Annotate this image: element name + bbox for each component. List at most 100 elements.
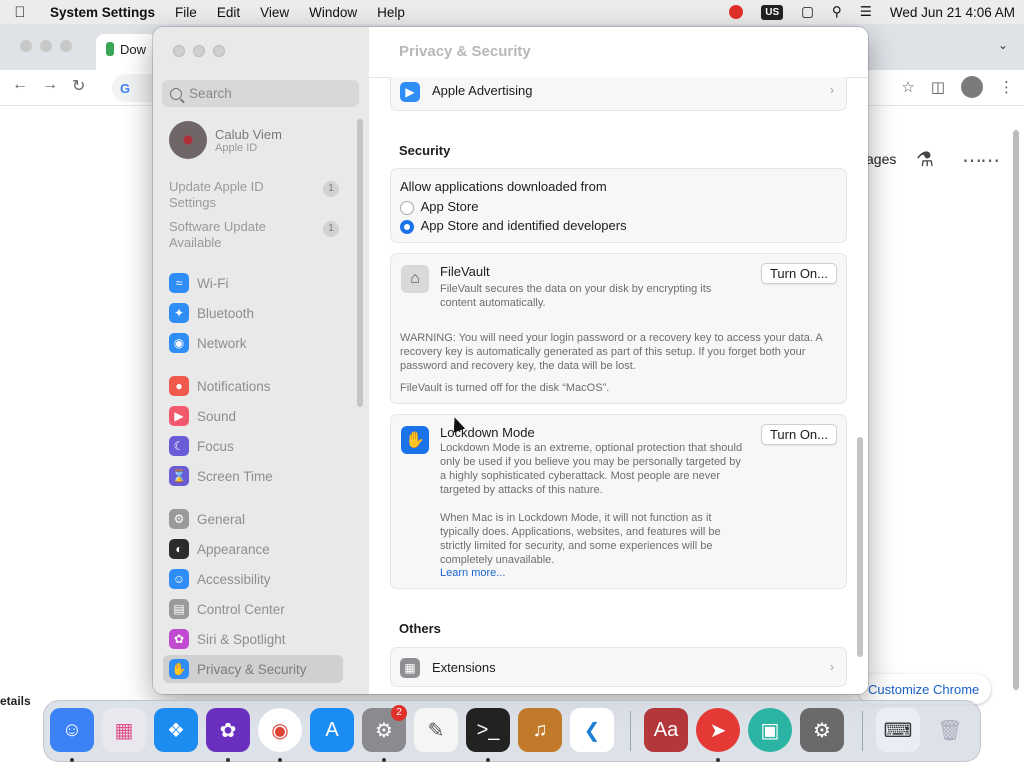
apps-grid-icon[interactable]: ⋯⋯	[962, 148, 1000, 173]
lockdown-turn-on-button[interactable]: Turn On...	[760, 424, 837, 445]
count-badge: 1	[323, 221, 339, 237]
window-controls[interactable]	[173, 45, 225, 57]
filevault-title: FileVault	[440, 264, 490, 279]
menu-window[interactable]: Window	[299, 5, 367, 20]
sidebar-item-notifications[interactable]: ● Notifications	[163, 372, 343, 400]
back-icon[interactable]: ←	[12, 76, 28, 96]
learn-more-link[interactable]: Learn more...	[440, 567, 505, 579]
control-center-icon[interactable]: ☰	[851, 4, 881, 20]
search-placeholder: Search	[189, 86, 232, 101]
sidebar-item-control-center[interactable]: ▤ Control Center	[163, 595, 343, 623]
menubar-clock[interactable]: Wed Jun 21 4:06 AM	[881, 5, 1024, 20]
system-settings-alt-icon[interactable]: ⚙	[800, 708, 844, 752]
radio-app-store[interactable]: App Store	[400, 199, 478, 215]
apple-id-profile[interactable]: Calub Viem Apple ID	[169, 121, 282, 159]
minimize-button[interactable]	[193, 45, 205, 57]
radio-app-store-identified[interactable]: App Store and identified developers	[400, 218, 627, 234]
images-link[interactable]: ages	[866, 151, 896, 167]
globe-icon: ◉	[169, 333, 189, 353]
trash-icon[interactable]: 🗑	[928, 708, 972, 752]
dictionary-icon[interactable]: Aa	[644, 708, 688, 752]
chevron-right-icon: ›	[830, 660, 834, 674]
keyboard-icon[interactable]: ⌨	[876, 708, 920, 752]
filevault-description: FileVault secures the data on your disk …	[440, 283, 712, 309]
omnibox[interactable]: G	[112, 74, 152, 102]
vscode-icon[interactable]: ❮	[570, 708, 614, 752]
profile-subtitle: Apple ID	[215, 141, 258, 154]
labs-flask-icon[interactable]: ⚗	[916, 147, 934, 172]
menu-file[interactable]: File	[165, 5, 207, 20]
finder-icon[interactable]: ☺	[50, 708, 94, 752]
sidebar-item-sound[interactable]: ▶ Sound	[163, 402, 343, 430]
sidebar-item-siri[interactable]: ✿ Siri & Spotlight	[163, 625, 343, 653]
sidebar-item-label: Notifications	[197, 378, 271, 394]
app-icon[interactable]: ▣	[748, 708, 792, 752]
profile-avatar[interactable]	[961, 76, 983, 98]
textedit-icon[interactable]: ✎	[414, 708, 458, 752]
chrome-icon[interactable]: ◉	[258, 708, 302, 752]
sidebar-item-wifi[interactable]: ≈ Wi-Fi	[163, 269, 343, 297]
sidebar-item-label: Siri & Spotlight	[197, 631, 286, 647]
screen-record-icon[interactable]	[720, 5, 752, 19]
app-store-icon[interactable]: A	[310, 708, 354, 752]
chevron-down-icon[interactable]: ⌄	[998, 38, 1008, 52]
radio-button[interactable]	[400, 219, 414, 234]
sidebar-item-appearance[interactable]: ◐ Appearance	[163, 535, 343, 563]
apple-menu-icon[interactable]: 	[0, 4, 40, 21]
instruments-icon[interactable]: ♫	[518, 708, 562, 752]
gear-icon: ⚙	[169, 509, 189, 529]
extensions-label: Extensions	[432, 660, 496, 675]
sidebar-item-focus[interactable]: ☾ Focus	[163, 432, 343, 460]
side-panel-icon[interactable]: ◫	[931, 78, 945, 96]
sidebar-item-network[interactable]: ◉ Network	[163, 329, 343, 357]
sidebar-item-accessibility[interactable]: ☺ Accessibility	[163, 565, 343, 593]
menu-edit[interactable]: Edit	[207, 5, 250, 20]
sidebar-item-privacy-security[interactable]: ✋ Privacy & Security	[163, 655, 343, 683]
firefox-icon[interactable]: ✿	[206, 708, 250, 752]
settings-sidebar: Search Calub Viem Apple ID Update Apple …	[153, 27, 369, 694]
launchpad-icon[interactable]: ▦	[102, 708, 146, 752]
safari-icon[interactable]: ❖	[154, 708, 198, 752]
filevault-turn-on-button[interactable]: Turn On...	[760, 263, 837, 284]
close-button[interactable]	[173, 45, 185, 57]
terminal-icon[interactable]: >_	[466, 708, 510, 752]
input-source-menu[interactable]: US	[752, 4, 792, 20]
lockdown-description-2: When Mac is in Lockdown Mode, it will no…	[440, 512, 721, 566]
sidebar-scrollbar[interactable]	[357, 119, 363, 407]
filevault-status: FileVault is turned off for the disk “Ma…	[400, 382, 610, 394]
radio-label: App Store and identified developers	[420, 218, 627, 233]
input-source-label: US	[761, 4, 784, 20]
others-heading: Others	[399, 621, 441, 636]
bluetooth-icon: ✦	[169, 303, 189, 323]
chrome-scrollbar[interactable]	[1013, 130, 1019, 690]
menu-app-name[interactable]: System Settings	[40, 5, 165, 20]
sidebar-item-label: Bluetooth	[197, 305, 255, 321]
zoom-button[interactable]	[213, 45, 225, 57]
forward-icon[interactable]: →	[42, 76, 58, 96]
update-apple-id-item[interactable]: Update Apple ID Settings 1	[169, 179, 339, 211]
display-icon[interactable]: ▢	[792, 4, 823, 20]
anydesk-icon[interactable]: ➤	[696, 708, 740, 752]
menu-view[interactable]: View	[250, 5, 299, 20]
chrome-window-controls[interactable]	[20, 40, 72, 52]
apple-advertising-row[interactable]: ▶ Apple Advertising ›	[390, 77, 847, 111]
extensions-row[interactable]: ▦ Extensions ›	[390, 647, 847, 687]
spotlight-icon[interactable]: ⚲	[823, 4, 851, 20]
sidebar-item-general[interactable]: ⚙ General	[163, 505, 343, 533]
radio-button[interactable]	[400, 200, 414, 215]
more-menu-icon[interactable]: ⋮	[999, 78, 1014, 96]
sidebar-item-label: Focus	[197, 438, 234, 454]
chrome-tab[interactable]: Dow	[96, 34, 156, 70]
filevault-warning: WARNING: You will need your login passwo…	[400, 332, 823, 372]
reload-icon[interactable]: ↻	[72, 76, 85, 96]
sidebar-item-screen-time[interactable]: ⌛ Screen Time	[163, 462, 343, 490]
software-update-item[interactable]: Software Update Available 1	[169, 219, 339, 251]
apple-advertising-label: Apple Advertising	[432, 83, 533, 98]
content-scrollbar[interactable]	[857, 437, 863, 657]
star-icon[interactable]: ☆	[901, 78, 914, 96]
count-badge: 1	[323, 181, 339, 197]
sidebar-item-bluetooth[interactable]: ✦ Bluetooth	[163, 299, 343, 327]
menu-help[interactable]: Help	[367, 5, 415, 20]
search-field[interactable]: Search	[162, 80, 359, 107]
extensions-icon: ▦	[400, 658, 420, 678]
